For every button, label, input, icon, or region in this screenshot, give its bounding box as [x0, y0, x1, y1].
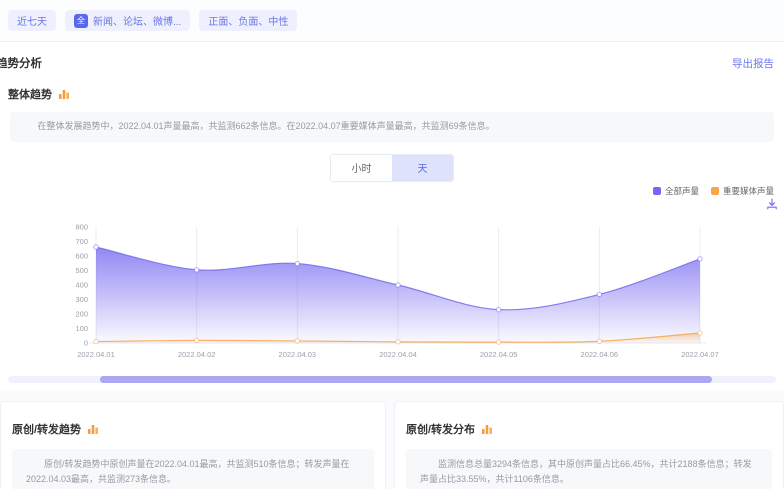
overall-trend-title: 整体趋势: [8, 86, 52, 102]
filter-chip-time[interactable]: 近七天: [8, 10, 56, 31]
original-repost-trend-title: 原创/转发趋势: [12, 421, 81, 437]
trend-chart-area: 0 100 200 300 400 500 600 700 800 2022.04.01 2022.…: [0, 211, 784, 368]
legend-swatch: [653, 187, 661, 195]
legend-swatch: [711, 187, 719, 195]
svg-text:2022.04.06: 2022.04.06: [581, 350, 619, 359]
export-report-link[interactable]: 导出报告: [732, 56, 774, 71]
svg-text:600: 600: [75, 251, 88, 260]
source-all-icon: 全: [74, 14, 88, 28]
svg-text:2022.04.05: 2022.04.05: [480, 350, 518, 359]
original-repost-trend-card: 原创/转发趋势 原创/转发趋势中原创声量在2022.04.01最高，共监测510…: [0, 401, 386, 489]
original-repost-trend-summary: 原创/转发趋势中原创声量在2022.04.01最高，共监测510条信息；转发声量…: [12, 449, 374, 489]
bar-chart-icon: [58, 88, 70, 100]
chart-legend: 全部声量 重要媒体声量: [0, 185, 784, 197]
bar-chart-icon: [481, 423, 493, 435]
svg-text:0: 0: [84, 338, 88, 347]
chart-datazoom-thumb[interactable]: [100, 376, 712, 383]
filter-chip-sources-label: 新闻、论坛、微博...: [93, 13, 181, 28]
legend-item-全部声量[interactable]: 全部声量: [653, 185, 699, 197]
svg-text:400: 400: [75, 280, 88, 289]
svg-text:2022.04.07: 2022.04.07: [681, 350, 719, 359]
filter-strip: 近七天 全 新闻、论坛、微博... 正面、负面、中性: [0, 0, 784, 42]
original-repost-distribution-summary: 监测信息总量3294条信息，其中原创声量占比66.45%，共计2188条信息；转…: [406, 449, 772, 489]
granularity-toggle-wrap: 小时 天: [0, 154, 784, 182]
svg-text:200: 200: [75, 309, 88, 318]
svg-text:2022.04.02: 2022.04.02: [178, 350, 216, 359]
overall-trend-title-row: 整体趋势: [0, 80, 784, 102]
original-repost-distribution-card: 原创/转发分布 监测信息总量3294条信息，其中原创声量占比66.45%，共计2…: [394, 401, 784, 489]
bar-chart-icon: [87, 423, 99, 435]
toggle-day-button[interactable]: 天: [392, 155, 453, 181]
svg-text:2022.04.01: 2022.04.01: [77, 350, 115, 359]
granularity-toggle: 小时 天: [330, 154, 454, 182]
svg-text:500: 500: [75, 266, 88, 275]
svg-text:100: 100: [75, 324, 88, 333]
chart-toolbar: [0, 198, 784, 211]
bottom-cards-row: 原创/转发趋势 原创/转发趋势中原创声量在2022.04.01最高，共监测510…: [0, 401, 784, 489]
filter-chip-sentiment-label: 正面、负面、中性: [208, 13, 288, 28]
svg-text:2022.04.04: 2022.04.04: [379, 350, 417, 359]
legend-item-重要媒体声量[interactable]: 重要媒体声量: [711, 185, 774, 197]
trend-chart-canvas: 0 100 200 300 400 500 600 700 800 2022.04.01 2022.…: [0, 211, 784, 363]
legend-label: 全部声量: [665, 185, 699, 197]
filter-chip-time-label: 近七天: [17, 13, 47, 28]
svg-text:300: 300: [75, 295, 88, 304]
overall-trend-summary: 在整体发展趋势中，2022.04.01声量最高，共监测662条信息。在2022.…: [10, 112, 774, 142]
original-repost-distribution-title: 原创/转发分布: [406, 421, 475, 437]
svg-text:700: 700: [75, 237, 88, 246]
filter-chip-sentiment[interactable]: 正面、负面、中性: [199, 10, 297, 31]
section-header: 趋势分析 导出报告: [0, 42, 784, 80]
card-title-row: 原创/转发分布: [406, 415, 772, 437]
svg-text:2022.04.03: 2022.04.03: [279, 350, 317, 359]
page-title: 趋势分析: [0, 55, 42, 71]
legend-label: 重要媒体声量: [723, 185, 774, 197]
trend-analysis-card: 趋势分析 导出报告 整体趋势 在整体发展趋势中，2022.04.01声量最高，共…: [0, 42, 784, 391]
card-title-row: 原创/转发趋势: [12, 415, 374, 437]
filter-chip-sources[interactable]: 全 新闻、论坛、微博...: [65, 10, 190, 31]
download-chart-icon[interactable]: [766, 198, 778, 211]
svg-text:800: 800: [75, 222, 88, 231]
toggle-hour-button[interactable]: 小时: [331, 155, 392, 181]
chart-datazoom-track: [8, 376, 776, 383]
